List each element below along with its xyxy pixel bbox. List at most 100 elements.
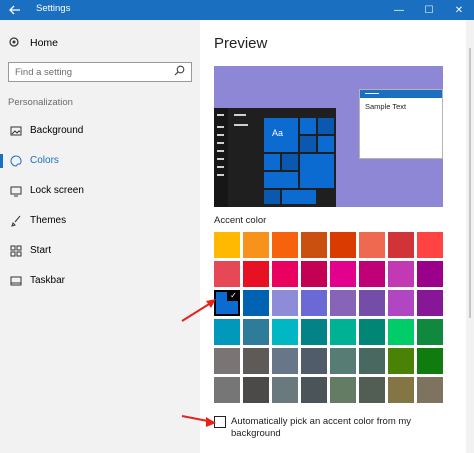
scrollbar[interactable] [466,20,474,453]
accent-swatch[interactable] [272,261,298,287]
preview-list-line [234,114,246,116]
accent-swatch[interactable] [243,290,269,316]
sidebar-item-label: Start [30,245,52,256]
taskbar-icon [10,275,22,287]
monitor-icon [10,185,22,197]
accent-swatch[interactable] [417,319,443,345]
preview-tile [300,136,316,152]
annotation-arrow [181,299,216,322]
accent-swatch[interactable] [330,232,356,258]
accent-swatch[interactable] [243,319,269,345]
sidebar-item-background[interactable]: Background [0,121,200,141]
preview-tile [264,154,280,170]
accent-swatch[interactable] [359,261,385,287]
accent-swatch[interactable] [417,232,443,258]
preview-rail-line [217,158,224,160]
accent-swatch[interactable] [243,377,269,403]
accent-swatch[interactable] [301,261,327,287]
accent-swatch[interactable] [330,348,356,374]
accent-swatch[interactable] [214,261,240,287]
accent-swatch[interactable] [330,319,356,345]
accent-swatch[interactable] [272,377,298,403]
accent-swatch[interactable] [388,290,414,316]
accent-swatch[interactable] [388,261,414,287]
sidebar-item-label: Taskbar [30,275,66,286]
home-link[interactable]: Home [8,35,58,51]
accent-swatch[interactable] [301,319,327,345]
search-input[interactable]: Find a setting [8,62,192,82]
accent-swatch[interactable] [359,232,385,258]
search-placeholder: Find a setting [15,67,73,78]
scroll-thumb[interactable] [469,48,471,318]
auto-pick-label[interactable]: Automatically pick an accent color from … [231,416,436,440]
accent-swatch[interactable] [301,348,327,374]
sidebar-item-themes[interactable]: Themes [0,211,200,231]
gear-icon [8,36,22,51]
sidebar-item-colors[interactable]: Colors [0,151,200,171]
maximize-button[interactable]: ☐ [414,0,444,20]
preview-rail-line [217,142,224,144]
accent-swatch[interactable] [272,290,298,316]
accent-swatch[interactable] [388,232,414,258]
palette-icon [10,155,22,167]
preview-rail-line [217,114,224,116]
accent-swatch[interactable] [301,377,327,403]
accent-swatch[interactable] [417,290,443,316]
accent-swatch[interactable] [417,348,443,374]
home-label: Home [30,37,59,49]
accent-swatch[interactable] [272,319,298,345]
accent-swatch[interactable] [388,377,414,403]
accent-swatch[interactable] [243,261,269,287]
accent-swatch[interactable] [301,232,327,258]
annotation-arrow [181,415,216,427]
sidebar-item-label: Background [30,125,84,136]
accent-swatch[interactable] [301,290,327,316]
preview-rail-line [217,166,224,168]
preview-tile [282,190,316,204]
sidebar-item-label: Themes [30,215,67,226]
accent-swatch[interactable] [417,377,443,403]
preview-tile [282,154,298,170]
main-content: Preview Aa Sample Text Accent color ✓ Au… [200,20,474,453]
accent-swatch[interactable] [243,232,269,258]
preview-tile-label: Aa [272,128,284,138]
preview-tile [264,190,280,204]
accent-swatch[interactable] [359,377,385,403]
search-icon[interactable] [174,65,185,79]
close-button[interactable]: ✕ [444,0,474,20]
accent-swatch[interactable] [214,377,240,403]
sidebar-item-label: Colors [30,155,59,166]
accent-swatch[interactable] [359,290,385,316]
accent-swatch[interactable] [272,232,298,258]
accent-swatch[interactable] [388,348,414,374]
back-arrow-icon[interactable] [0,0,30,20]
preview-rail-line [217,126,224,128]
section-label: Personalization [8,97,73,108]
sidebar-item-start[interactable]: Start [0,241,200,261]
accent-swatch[interactable] [359,348,385,374]
preview-tile [318,118,334,134]
accent-swatch[interactable] [330,261,356,287]
accent-swatch[interactable] [388,319,414,345]
accent-swatch[interactable] [330,290,356,316]
preview-rail-line [217,134,224,136]
sidebar-item-label: Lock screen [30,185,84,196]
check-icon: ✓ [227,290,240,301]
accent-swatch[interactable] [243,348,269,374]
page-title: Preview [214,35,268,52]
sidebar-item-lock-screen[interactable]: Lock screen [0,181,200,201]
brush-icon [10,215,22,227]
minimize-button[interactable]: — [384,0,414,20]
accent-swatch[interactable] [359,319,385,345]
window-title: Settings [36,3,71,14]
accent-swatch[interactable] [214,348,240,374]
accent-swatch[interactable] [214,232,240,258]
accent-swatch[interactable] [330,377,356,403]
preview-tile [318,136,334,152]
accent-swatch[interactable] [417,261,443,287]
preview-rail-line [217,174,224,176]
sidebar-item-taskbar[interactable]: Taskbar [0,271,200,291]
accent-swatch[interactable] [272,348,298,374]
grid-icon [10,245,22,257]
preview-tile [264,172,298,188]
